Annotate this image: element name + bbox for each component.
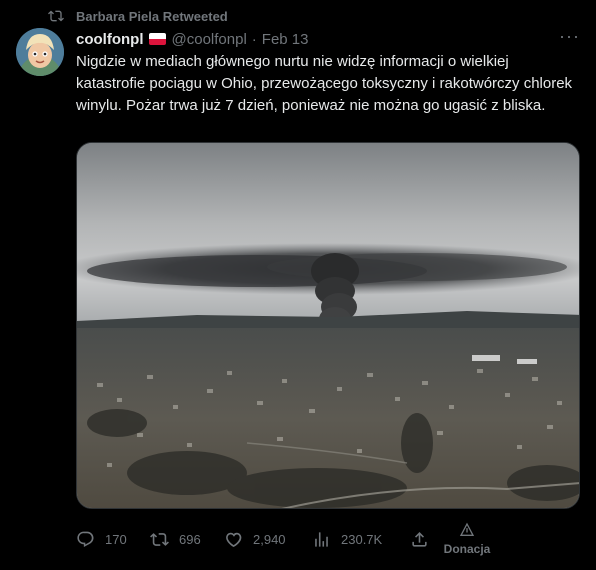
donate-label: Donacja — [443, 542, 491, 556]
retweet-button[interactable]: 696 — [150, 530, 224, 549]
separator-dot: · — [251, 30, 257, 48]
views-icon — [315, 532, 328, 547]
retweet-icon — [48, 10, 64, 22]
share-button[interactable] — [410, 530, 429, 549]
heart-icon — [226, 532, 242, 548]
reply-icon — [77, 531, 94, 548]
author-display-name[interactable]: coolfonpl — [76, 31, 144, 48]
retweet-context[interactable]: Barbara Piela Retweeted — [48, 8, 228, 24]
like-count: 2,940 — [253, 532, 286, 547]
tweet-header: coolfonpl @coolfonpl · Feb 13 ··· — [76, 27, 580, 49]
more-icon[interactable]: ··· — [559, 27, 580, 45]
poland-flag-icon — [148, 33, 166, 45]
tweet-photo[interactable] — [76, 142, 580, 509]
avatar[interactable] — [16, 28, 64, 76]
views-count: 230.7K — [341, 532, 383, 547]
author-handle[interactable]: @coolfonpl — [172, 31, 247, 48]
retweet-icon — [150, 533, 169, 546]
tweet-date[interactable]: Feb 13 — [262, 31, 309, 48]
retweet-count: 696 — [179, 532, 201, 547]
retweet-label: Barbara Piela Retweeted — [76, 8, 228, 24]
tweet[interactable]: Barbara Piela Retweeted coolfonpl @coolf… — [0, 0, 596, 570]
donate-button[interactable]: Donacja — [440, 522, 494, 556]
reply-button[interactable]: 170 — [76, 530, 150, 549]
tweet-text: Nigdzie w mediach głównego nurtu nie wid… — [76, 53, 573, 114]
reply-count: 170 — [105, 532, 127, 547]
share-icon — [412, 532, 427, 547]
views-button[interactable]: 230.7K — [312, 530, 410, 549]
like-button[interactable]: 2,940 — [224, 530, 312, 549]
donate-icon — [459, 522, 475, 536]
tweet-actions: 170 696 2,940 230.7K — [76, 530, 429, 549]
